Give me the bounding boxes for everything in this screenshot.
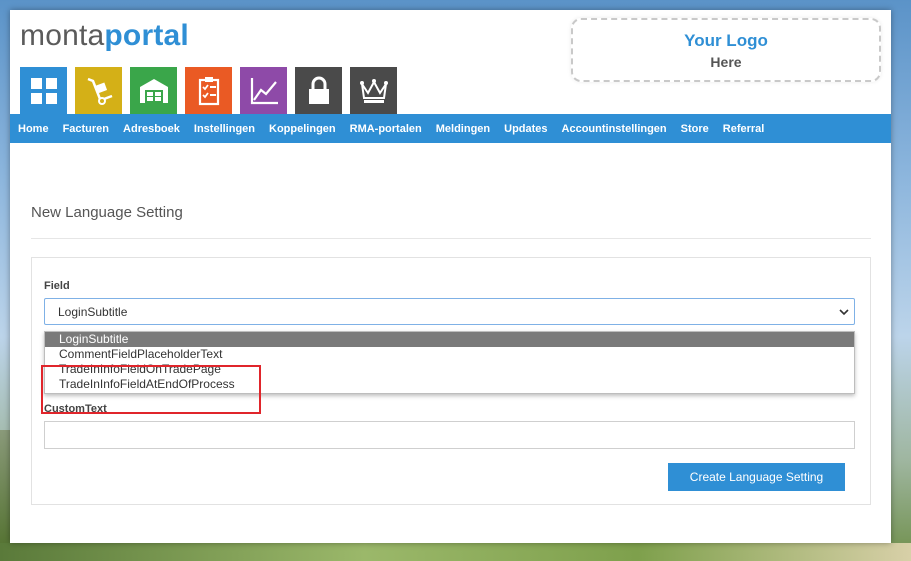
nav-referral[interactable]: Referral — [716, 123, 772, 135]
logo-placeholder-line2: Here — [710, 54, 742, 70]
module-tiles — [20, 67, 397, 114]
custom-text-input[interactable] — [44, 421, 855, 449]
crown-icon — [359, 78, 388, 103]
page-title: New Language Setting — [31, 204, 183, 221]
tile-warehouse[interactable] — [130, 67, 177, 114]
nav-accountinstellingen[interactable]: Accountinstellingen — [555, 123, 674, 135]
tile-orders[interactable] — [185, 67, 232, 114]
field-label: Field — [44, 280, 70, 292]
nav-rma-portalen[interactable]: RMA-portalen — [343, 123, 429, 135]
main-navigation: Home Facturen Adresboek Instellingen Kop… — [10, 114, 891, 143]
nav-home[interactable]: Home — [10, 123, 56, 135]
field-select-value: LoginSubtitle — [58, 305, 128, 319]
title-divider — [31, 238, 871, 239]
background-grass — [0, 543, 911, 561]
tile-reports[interactable] — [240, 67, 287, 114]
brand-part-1: monta — [20, 19, 105, 52]
tile-shipping[interactable] — [75, 67, 122, 114]
tile-security[interactable] — [295, 67, 342, 114]
nav-instellingen[interactable]: Instellingen — [187, 123, 262, 135]
brand-logo[interactable]: montaportal — [20, 19, 189, 53]
nav-meldingen[interactable]: Meldingen — [429, 123, 497, 135]
logo-placeholder-line1: Your Logo — [684, 31, 768, 50]
annotation-highlight-box — [41, 365, 261, 414]
dropdown-option[interactable]: LoginSubtitle — [45, 332, 854, 347]
nav-koppelingen[interactable]: Koppelingen — [262, 123, 343, 135]
field-select[interactable]: LoginSubtitle — [44, 298, 855, 325]
line-chart-icon — [250, 77, 278, 104]
hand-truck-icon — [87, 77, 112, 105]
tile-dashboard[interactable] — [20, 67, 67, 114]
app-window: montaportal Your Logo Here Home Facturen… — [10, 10, 891, 543]
dropdown-option[interactable]: CommentFieldPlaceholderText — [45, 347, 854, 362]
brand-part-2: portal — [104, 19, 189, 52]
nav-facturen[interactable]: Facturen — [56, 123, 116, 135]
tile-premium[interactable] — [350, 67, 397, 114]
warehouse-icon — [139, 78, 168, 103]
custom-logo-placeholder: Your Logo Here — [571, 18, 881, 82]
lock-icon — [308, 76, 329, 104]
nav-updates[interactable]: Updates — [497, 123, 554, 135]
create-language-setting-button[interactable]: Create Language Setting — [668, 463, 845, 491]
clipboard-checklist-icon — [198, 76, 219, 105]
nav-adresboek[interactable]: Adresboek — [116, 123, 187, 135]
nav-store[interactable]: Store — [674, 123, 716, 135]
dashboard-grid-icon — [30, 77, 57, 104]
